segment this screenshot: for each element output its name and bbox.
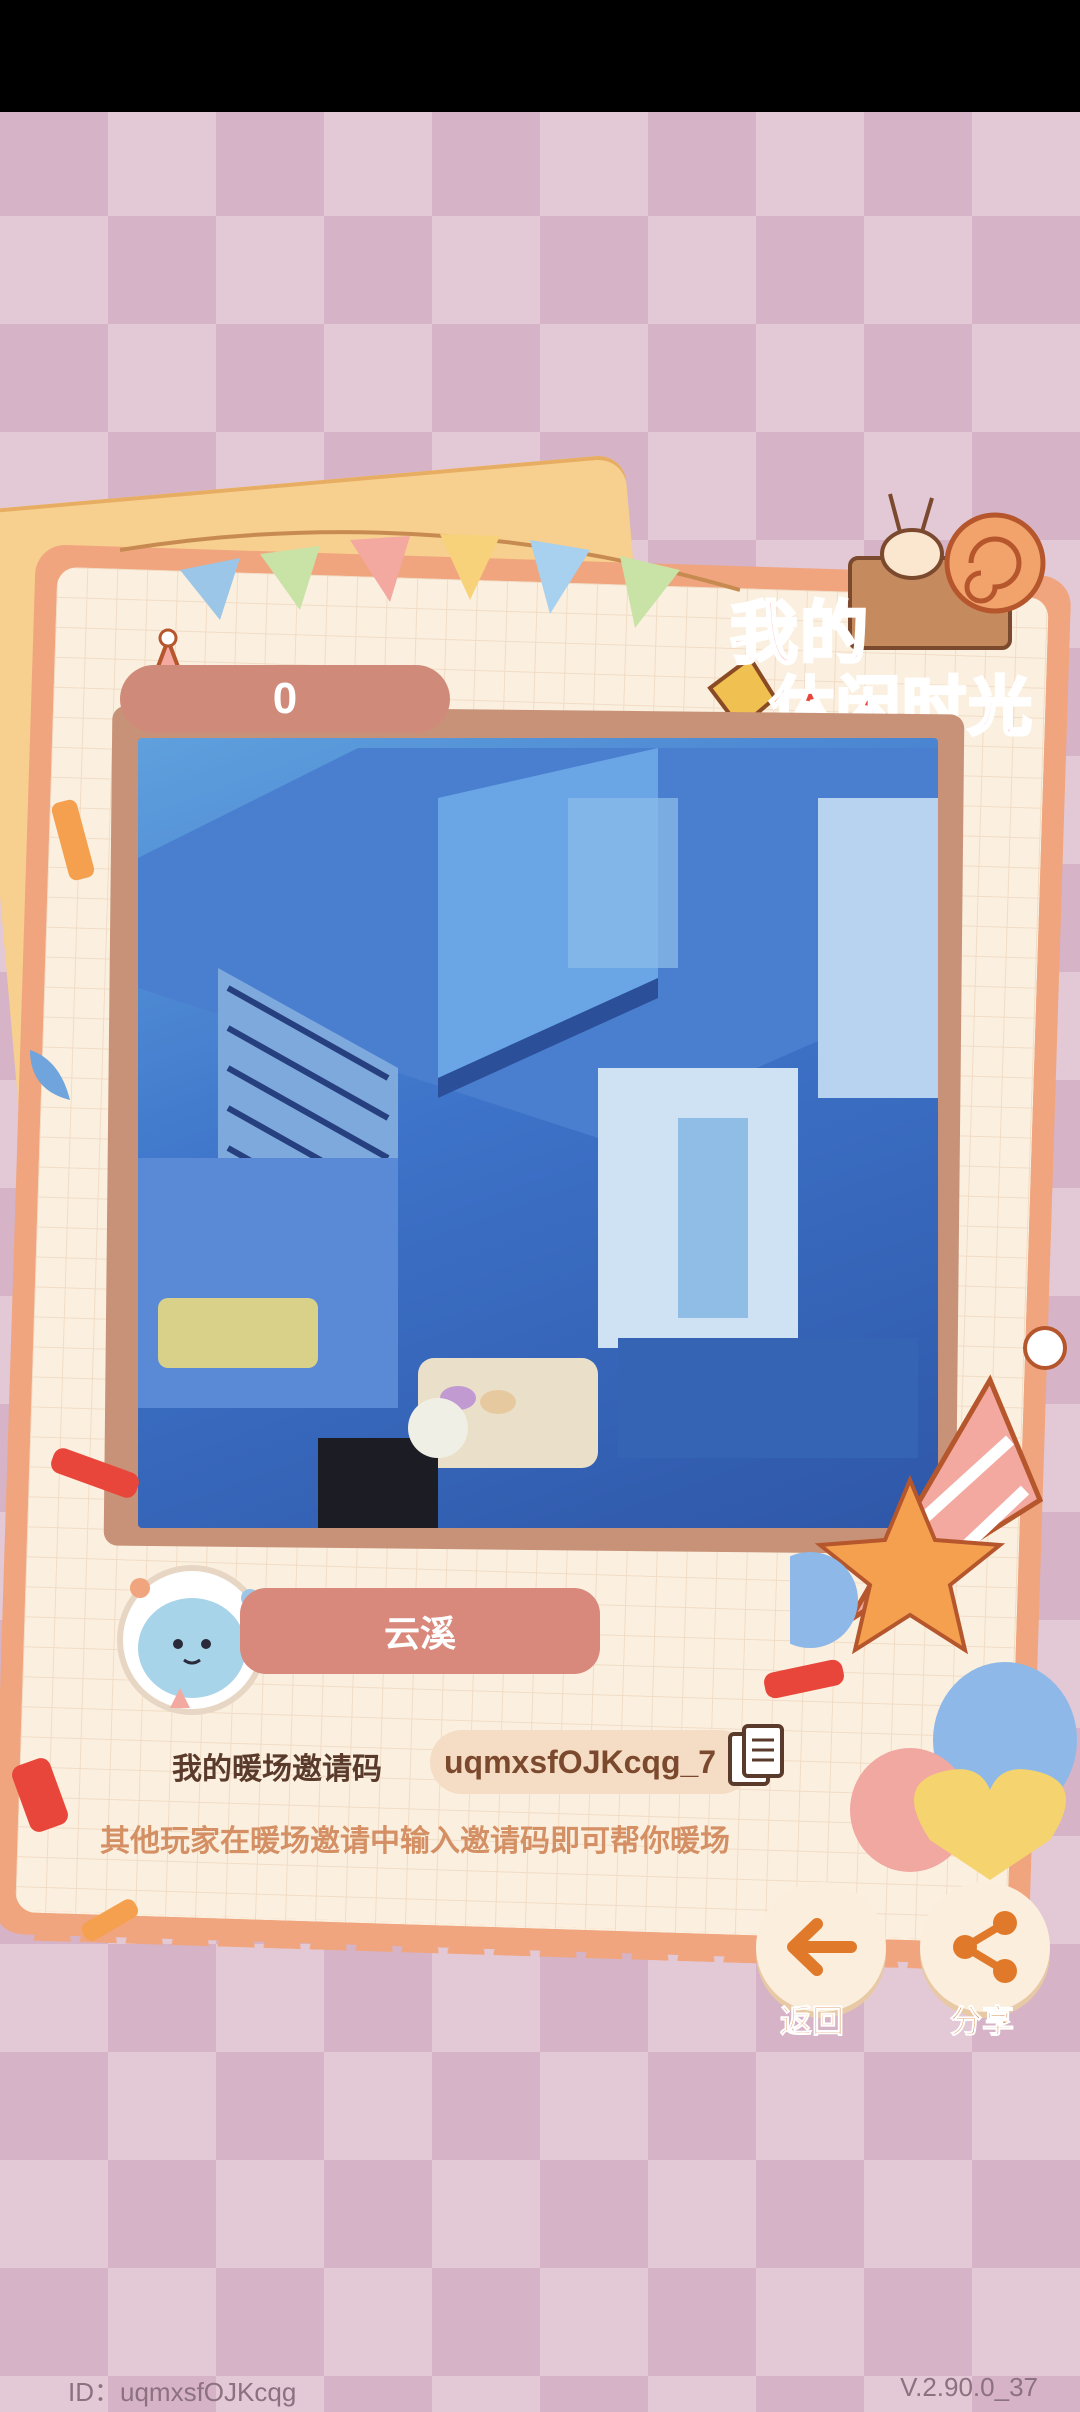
score-counter: 0 [120,665,450,733]
share-icon [953,1911,1017,1983]
share-button[interactable] [920,1882,1050,2012]
back-button[interactable] [756,1882,886,2012]
invite-code-field: uqmxsfOJKcqg_7 [430,1730,752,1794]
share-button-label[interactable]: 分享 [949,1996,1014,2042]
score-value: 0 [272,674,298,723]
invite-hint: 其他玩家在暖场邀请中输入邀请码即可帮你暖场 [100,1824,730,1859]
arrow-left-icon [787,1918,857,1976]
confetti-right [764,1659,844,1699]
confetti-left [12,799,139,1941]
back-button-label[interactable]: 返回 [779,1996,844,2042]
party-decoration [790,1326,1077,1880]
version-text: V.2.90.0_37 [900,2372,1038,2402]
status-bar [0,0,1080,112]
player-name-plate: 云溪 [240,1588,600,1674]
copy-icon[interactable] [726,1722,788,1792]
player-name: 云溪 [383,1614,456,1655]
player-id-text: ID：uqmxsfOJKcqg [68,2377,297,2407]
invite-code-label: 我的暖场邀请码 [172,1752,382,1787]
invite-code-value: uqmxsfOJKcqg_7 [444,1743,717,1780]
